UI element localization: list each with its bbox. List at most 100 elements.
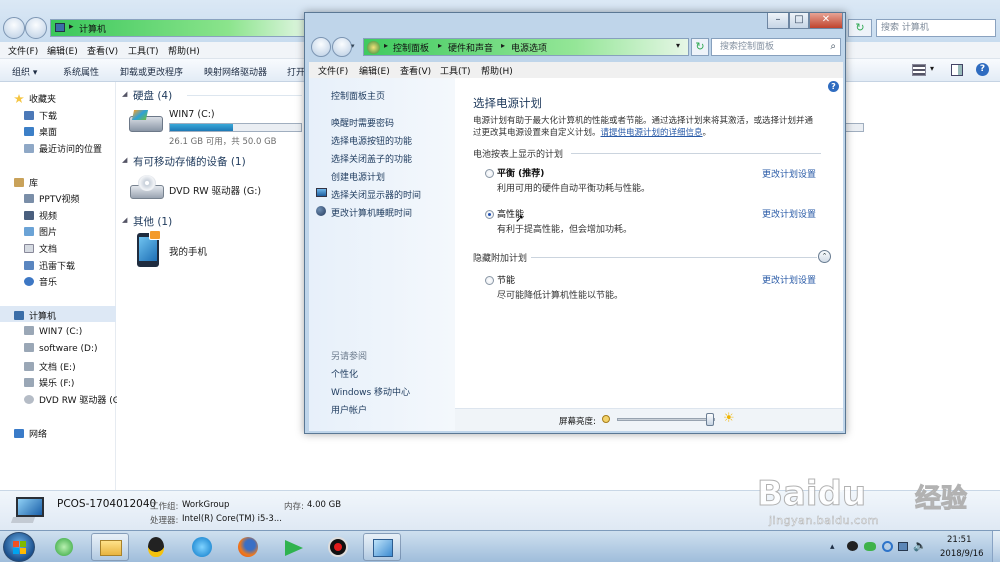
search-icon[interactable]: ⌕: [830, 39, 836, 55]
breadcrumb-control-panel[interactable]: 控制面板: [393, 41, 429, 54]
taskbar-control-panel[interactable]: [363, 533, 401, 561]
clock-time[interactable]: 21:51: [947, 535, 972, 545]
menu-tools[interactable]: 工具(T): [128, 44, 159, 57]
plan-power-saver-radio[interactable]: [485, 276, 494, 285]
tray-app-icon[interactable]: [882, 541, 893, 552]
collapse-arrow-icon[interactable]: ◢: [122, 156, 127, 164]
link-mobility-center[interactable]: Windows 移动中心: [331, 385, 410, 398]
nav-computer[interactable]: 计算机: [14, 309, 56, 322]
nav-item-desktop[interactable]: 桌面: [24, 125, 57, 138]
map-network-drive-button[interactable]: 映射网络驱动器: [204, 65, 267, 78]
menu-help[interactable]: 帮助(H): [481, 64, 513, 77]
plan-balanced-change-link[interactable]: 更改计划设置: [762, 167, 816, 180]
link-control-panel-home[interactable]: 控制面板主页: [331, 89, 385, 102]
link-require-password[interactable]: 唤醒时需要密码: [331, 116, 394, 129]
link-user-accounts[interactable]: 用户帐户: [331, 403, 367, 416]
collapse-hidden-plans-button[interactable]: ⌃: [818, 250, 831, 263]
refresh-icon[interactable]: ↻: [848, 19, 872, 37]
recent-pages-icon[interactable]: ▾: [351, 42, 355, 50]
preview-pane-icon[interactable]: [951, 64, 963, 76]
explorer-address-bar[interactable]: ▸ 计算机: [50, 19, 305, 37]
collapse-arrow-icon[interactable]: ◢: [122, 90, 127, 98]
taskbar-recorder[interactable]: [319, 533, 357, 561]
menu-edit[interactable]: 编辑(E): [359, 64, 390, 77]
menu-file[interactable]: 文件(F): [8, 44, 38, 57]
drive-c-name[interactable]: WIN7 (C:): [169, 109, 215, 120]
menu-view[interactable]: 查看(V): [400, 64, 431, 77]
tray-volume-icon[interactable]: 🔈: [913, 539, 927, 552]
taskbar-player[interactable]: [183, 533, 221, 561]
link-power-buttons[interactable]: 选择电源按钮的功能: [331, 134, 412, 147]
nav-item-pptv[interactable]: PPTV视频: [24, 192, 80, 205]
taskbar-firefox[interactable]: [229, 533, 267, 561]
taskbar-pptv[interactable]: [275, 533, 313, 561]
close-button[interactable]: ✕: [809, 13, 843, 29]
back-button[interactable]: [311, 37, 331, 57]
nav-item-downloads[interactable]: 下载: [24, 109, 57, 122]
menu-tools[interactable]: 工具(T): [440, 64, 471, 77]
taskbar-explorer[interactable]: [91, 533, 129, 561]
plan-details-link[interactable]: 请提供电源计划的详细信息: [601, 128, 703, 138]
breadcrumb-power-options[interactable]: 电源选项: [511, 41, 547, 54]
address-dropdown-icon[interactable]: ▾: [676, 41, 680, 50]
power-address-bar[interactable]: ▸ 控制面板 ▸ 硬件和声音 ▸ 电源选项 ▾: [363, 38, 689, 56]
link-display-off-time[interactable]: 选择关闭显示器的时间: [331, 188, 421, 201]
link-lid-close[interactable]: 选择关闭盖子的功能: [331, 152, 412, 165]
nav-item-drive-e[interactable]: 文档 (E:): [24, 360, 76, 373]
link-personalization[interactable]: 个性化: [331, 367, 358, 380]
nav-item-pictures[interactable]: 图片: [24, 225, 57, 238]
nav-item-recent[interactable]: 最近访问的位置: [24, 142, 102, 155]
maximize-button[interactable]: □: [789, 13, 809, 29]
help-icon[interactable]: ?: [828, 81, 839, 92]
nav-item-drive-d[interactable]: software (D:): [24, 343, 98, 354]
plan-power-saver-name[interactable]: 节能: [497, 273, 515, 286]
help-icon[interactable]: ?: [976, 63, 989, 76]
nav-item-music[interactable]: 音乐: [24, 275, 57, 288]
plan-high-performance-change-link[interactable]: 更改计划设置: [762, 207, 816, 220]
nav-item-thunder-downloads[interactable]: 迅雷下载: [24, 259, 75, 272]
nav-item-drive-g[interactable]: DVD RW 驱动器 (G: [24, 393, 120, 406]
explorer-search-input[interactable]: 搜索 计算机: [876, 19, 996, 37]
start-button[interactable]: [3, 532, 35, 562]
address-crumb[interactable]: 计算机: [79, 22, 106, 35]
back-button[interactable]: [3, 17, 25, 39]
nav-item-drive-c[interactable]: WIN7 (C:): [24, 326, 82, 337]
minimize-button[interactable]: –: [767, 13, 789, 29]
view-options-icon[interactable]: [912, 64, 926, 76]
menu-help[interactable]: 帮助(H): [168, 44, 200, 57]
organize-button[interactable]: 组织 ▾: [12, 65, 37, 78]
forward-button[interactable]: [25, 17, 47, 39]
show-desktop-button[interactable]: [992, 531, 1000, 562]
menu-file[interactable]: 文件(F): [318, 64, 348, 77]
plan-balanced-name[interactable]: 平衡 (推荐): [497, 166, 544, 179]
link-create-plan[interactable]: 创建电源计划: [331, 170, 385, 183]
brightness-slider-thumb[interactable]: [706, 413, 714, 426]
brightness-slider-track[interactable]: [617, 413, 715, 426]
plan-balanced-radio[interactable]: [485, 169, 494, 178]
tray-qq-icon[interactable]: [847, 541, 858, 551]
taskbar-qq[interactable]: [137, 533, 175, 561]
menu-edit[interactable]: 编辑(E): [47, 44, 78, 57]
forward-button[interactable]: [332, 37, 352, 57]
menu-view[interactable]: 查看(V): [87, 44, 118, 57]
nav-item-documents[interactable]: 文档: [24, 242, 57, 255]
nav-network[interactable]: 网络: [14, 427, 47, 440]
taskbar-360-browser[interactable]: [45, 533, 83, 561]
chevron-down-icon[interactable]: ▾: [930, 64, 934, 73]
uninstall-program-button[interactable]: 卸载或更改程序: [120, 65, 183, 78]
phone-name[interactable]: 我的手机: [169, 244, 207, 258]
link-sleep-time[interactable]: 更改计算机睡眠时间: [331, 206, 412, 219]
control-panel-search-input[interactable]: 搜索控制面板 ⌕: [711, 38, 841, 56]
clock-date[interactable]: 2018/9/16: [940, 549, 984, 559]
nav-favorites[interactable]: 收藏夹: [14, 92, 56, 105]
nav-item-drive-f[interactable]: 娱乐 (F:): [24, 376, 74, 389]
tray-wechat-icon[interactable]: [864, 542, 876, 551]
drive-g-name[interactable]: DVD RW 驱动器 (G:): [169, 183, 261, 197]
plan-high-performance-radio[interactable]: [485, 210, 494, 219]
tray-network-icon[interactable]: [898, 542, 908, 551]
system-properties-button[interactable]: 系统属性: [63, 65, 99, 78]
plan-power-saver-change-link[interactable]: 更改计划设置: [762, 273, 816, 286]
collapse-arrow-icon[interactable]: ◢: [122, 216, 127, 224]
refresh-icon[interactable]: ↻: [691, 38, 709, 56]
nav-item-videos[interactable]: 视频: [24, 209, 57, 222]
